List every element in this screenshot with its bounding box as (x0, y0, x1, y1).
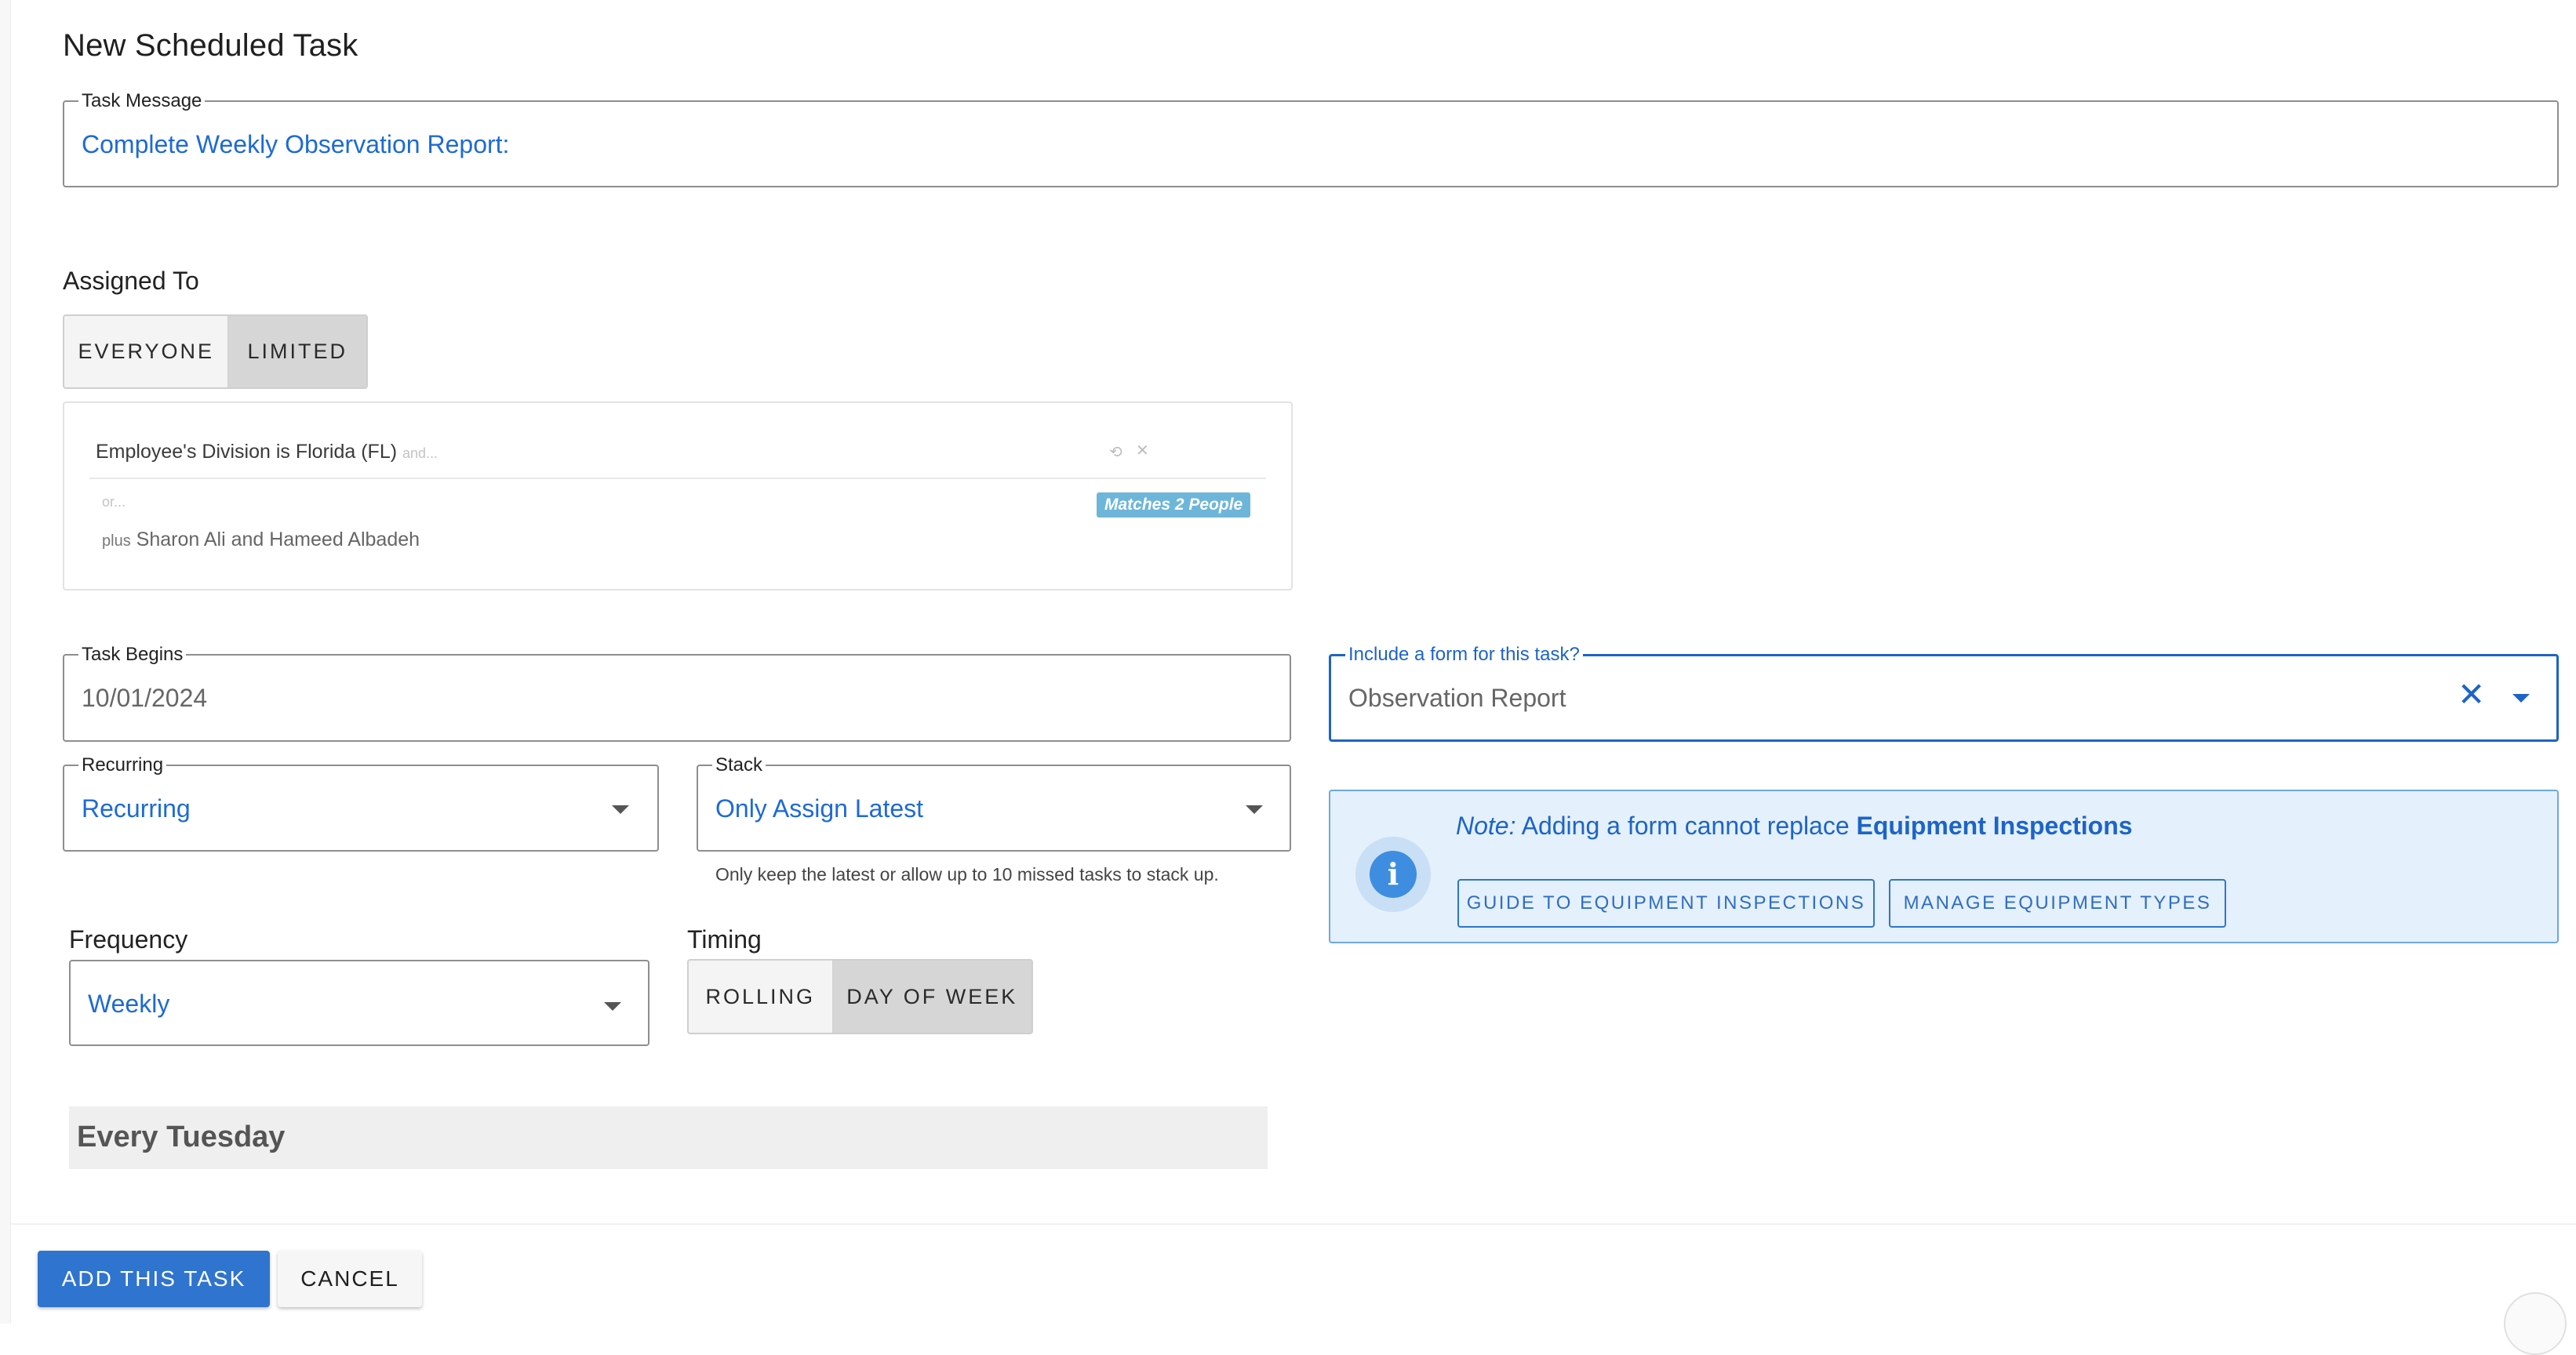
footer-divider (11, 1223, 2576, 1225)
info-note: i Note: Adding a form cannot replace Equ… (1329, 790, 2559, 943)
assignment-rule[interactable]: Employee's Division is Florida (FL) and.… (96, 441, 438, 463)
repeat-icon[interactable]: ⟲ (1109, 442, 1122, 462)
matches-badge: Matches 2 People (1097, 492, 1251, 518)
task-begins-label: Task Begins (78, 645, 187, 665)
left-panel-edge (0, 0, 11, 1324)
dialog-title: New Scheduled Task (63, 28, 358, 63)
frequency-label: Frequency (69, 925, 188, 954)
frequency-value[interactable]: Weekly (88, 990, 169, 1019)
stack-label: Stack (712, 755, 766, 776)
stack-helper-text: Only keep the latest or allow up to 10 m… (715, 864, 1219, 885)
timing-rolling-option[interactable]: ROLLING (689, 961, 832, 1033)
task-message-label: Task Message (78, 91, 206, 111)
recurring-value[interactable]: Recurring (82, 794, 191, 823)
note-text: Note: Adding a form cannot replace Equip… (1456, 812, 2133, 840)
chevron-down-icon[interactable] (604, 1002, 621, 1011)
assign-everyone-option[interactable]: EVERYONE (64, 316, 227, 387)
task-begins-value[interactable]: 10/01/2024 (82, 684, 207, 713)
recurring-select[interactable]: Recurring Recurring (63, 755, 659, 852)
schedule-summary-bar: Every Tuesday (69, 1106, 1268, 1169)
guide-equipment-inspections-button[interactable]: GUIDE TO EQUIPMENT INSPECTIONS (1457, 879, 1875, 928)
recurring-label: Recurring (78, 755, 167, 776)
clear-icon[interactable]: ✕ (2458, 677, 2485, 713)
timing-toggle[interactable]: ROLLING DAY OF WEEK (687, 959, 1033, 1034)
plus-prefix: plus (102, 532, 131, 550)
assignment-rules-box: Employee's Division is Florida (FL) and.… (63, 401, 1293, 590)
and-hint[interactable]: and... (402, 445, 438, 461)
form-select-value[interactable]: Observation Report (1348, 684, 1566, 713)
task-message-value[interactable]: Complete Weekly Observation Report: (82, 130, 509, 159)
task-message-field[interactable]: Task Message Complete Weekly Observation… (63, 91, 2559, 187)
form-select[interactable]: Include a form for this task? Observatio… (1329, 645, 2559, 742)
timing-label: Timing (687, 925, 762, 954)
manage-equipment-types-button[interactable]: MANAGE EQUIPMENT TYPES (1889, 879, 2226, 928)
info-icon: i (1355, 837, 1431, 912)
plus-people[interactable]: Sharon Ali and Hameed Albadeh (136, 529, 420, 550)
help-button[interactable] (2504, 1292, 2567, 1355)
frequency-select[interactable]: Weekly (69, 960, 649, 1046)
form-select-label: Include a form for this task? (1345, 645, 1583, 665)
timing-day-of-week-option[interactable]: DAY OF WEEK (831, 961, 1031, 1033)
cancel-button[interactable]: CANCEL (278, 1251, 422, 1307)
dropdown-caret-icon[interactable] (2512, 694, 2530, 703)
stack-select[interactable]: Stack Only Assign Latest (697, 755, 1291, 852)
assign-limited-option[interactable]: LIMITED (227, 316, 366, 387)
close-icon[interactable]: ✕ (1136, 441, 1149, 460)
assigned-to-label: Assigned To (63, 267, 199, 295)
task-begins-field[interactable]: Task Begins 10/01/2024 (63, 645, 1291, 742)
plus-people-line: plus Sharon Ali and Hameed Albadeh (102, 529, 420, 551)
or-hint[interactable]: or... (102, 494, 126, 510)
schedule-summary: Every Tuesday (77, 1121, 286, 1153)
chevron-down-icon[interactable] (612, 805, 629, 814)
assigned-to-toggle[interactable]: EVERYONE LIMITED (63, 314, 368, 389)
chevron-down-icon[interactable] (1246, 805, 1263, 814)
stack-value[interactable]: Only Assign Latest (715, 794, 923, 823)
rule-divider (89, 478, 1266, 479)
add-task-button[interactable]: ADD THIS TASK (38, 1251, 270, 1307)
